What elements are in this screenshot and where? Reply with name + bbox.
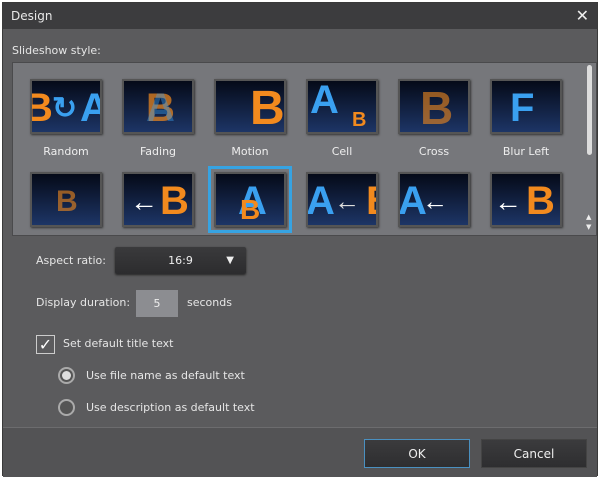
radio-use-description-label: Use description as default text: [86, 401, 255, 414]
style-thumb-9-selected[interactable]: AB: [208, 166, 292, 233]
gallery-scrollbar[interactable]: ▲ ▼: [586, 65, 593, 233]
style-label-cross: Cross: [418, 145, 450, 158]
ok-button[interactable]: OK: [364, 439, 470, 468]
radio-use-description[interactable]: [58, 399, 75, 416]
design-dialog: Design ✕ Slideshow style: B↻A BA B AB B …: [2, 2, 598, 477]
style-blur-left[interactable]: F: [490, 79, 562, 134]
style-label-blur-left: Blur Left: [502, 145, 550, 158]
close-icon[interactable]: ✕: [576, 3, 589, 29]
aspect-ratio-dropdown[interactable]: 16:9 ▼: [115, 247, 246, 274]
slideshow-style-gallery: B↻A BA B AB B F Random Fading Motion Cel…: [12, 62, 597, 236]
style-cell[interactable]: AB: [306, 79, 378, 134]
style-cross[interactable]: B: [398, 79, 470, 134]
display-duration-label: Display duration:: [36, 296, 131, 309]
style-fading[interactable]: BA: [122, 79, 194, 134]
style-motion[interactable]: B: [214, 79, 286, 134]
seconds-label: seconds: [187, 296, 232, 309]
slideshow-style-label: Slideshow style:: [12, 44, 101, 57]
display-duration-input[interactable]: 5: [136, 290, 178, 317]
style-thumb-12[interactable]: ← B: [490, 172, 562, 227]
style-random[interactable]: B↻A: [30, 79, 102, 134]
aspect-ratio-value: 16:9: [168, 254, 193, 267]
dropdown-arrow-icon: ▼: [226, 255, 234, 266]
aspect-ratio-label: Aspect ratio:: [36, 254, 106, 267]
default-title-label: Set default title text: [63, 337, 174, 350]
title-bar: Design ✕: [3, 3, 597, 29]
cancel-button[interactable]: Cancel: [481, 439, 587, 468]
scroll-up-icon[interactable]: ▲: [586, 213, 591, 221]
style-label-cell: Cell: [331, 145, 353, 158]
style-thumb-7[interactable]: B: [30, 172, 102, 227]
style-thumb-10[interactable]: A←B: [306, 172, 378, 227]
style-label-random: Random: [43, 145, 89, 158]
style-thumb-8[interactable]: ← B: [122, 172, 194, 227]
scrollbar-thumb[interactable]: [587, 65, 592, 155]
radio-use-file-name[interactable]: [58, 367, 75, 384]
style-thumb-11[interactable]: A ←: [398, 172, 470, 227]
style-label-fading: Fading: [139, 145, 177, 158]
dialog-title: Design: [11, 9, 53, 23]
radio-use-file-name-label: Use file name as default text: [86, 369, 245, 382]
style-label-motion: Motion: [231, 145, 269, 158]
default-title-checkbox[interactable]: ✓: [36, 335, 55, 354]
scroll-down-icon[interactable]: ▼: [586, 223, 591, 231]
